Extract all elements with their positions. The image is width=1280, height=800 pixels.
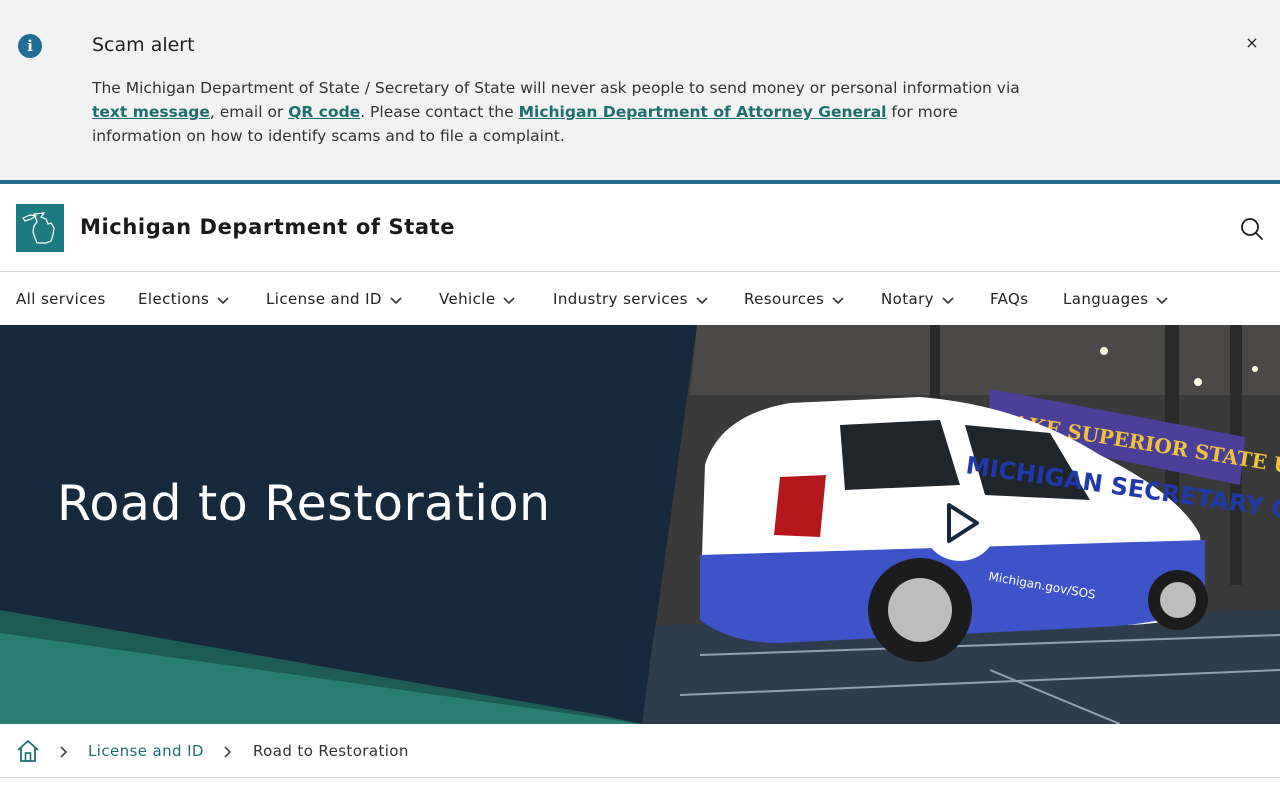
hero-title: Road to Restoration: [57, 475, 551, 532]
info-icon: i: [18, 34, 42, 58]
chevron-down-icon: [1156, 291, 1169, 309]
text-message-link[interactable]: text message: [92, 103, 210, 121]
alert-title: Scam alert: [92, 34, 195, 56]
breadcrumb-link-license-and-id[interactable]: License and ID: [88, 742, 204, 760]
nav-item-label: Elections: [138, 290, 210, 308]
home-icon[interactable]: [16, 739, 40, 763]
attorney-general-link[interactable]: Michigan Department of Attorney General: [519, 103, 887, 121]
chevron-down-icon: [390, 291, 402, 309]
chevron-down-icon: [217, 291, 229, 309]
nav-item-elections[interactable]: Elections: [138, 290, 229, 309]
nav-item-label: Resources: [744, 290, 825, 308]
site-title[interactable]: Michigan Department of State: [80, 215, 455, 239]
close-icon[interactable]: ×: [1243, 34, 1261, 52]
nav-item-label: Vehicle: [439, 290, 496, 308]
alert-text: The Michigan Department of State / Secre…: [92, 79, 1020, 97]
breadcrumb: License and ID Road to Restoration: [0, 724, 1280, 778]
nav-item-languages[interactable]: Languages: [1063, 290, 1169, 309]
scam-alert-banner: i Scam alert The Michigan Department of …: [0, 0, 1280, 180]
alert-message: The Michigan Department of State / Secre…: [92, 76, 1052, 148]
main-navigation: All services Elections License and ID Ve…: [0, 273, 1280, 325]
nav-item-resources[interactable]: Resources: [744, 290, 844, 309]
play-icon[interactable]: [922, 485, 998, 561]
chevron-down-icon: [696, 291, 708, 309]
nav-item-label: Industry services: [553, 290, 688, 308]
hero-banner: LAKE SUPERIOR STATE UNIVERSITY MICHIGAN …: [0, 325, 1280, 724]
nav-item-label: License and ID: [266, 290, 382, 308]
chevron-down-icon: [503, 291, 516, 309]
search-icon[interactable]: [1238, 215, 1266, 243]
nav-item-faqs[interactable]: FAQs: [990, 290, 1028, 308]
chevron-right-icon: [59, 744, 69, 758]
chevron-right-icon: [223, 744, 233, 758]
nav-item-license-and-id[interactable]: License and ID: [266, 290, 402, 309]
nav-item-label: All services: [16, 290, 106, 308]
nav-item-notary[interactable]: Notary: [881, 290, 954, 309]
michigan-map-logo[interactable]: [16, 204, 64, 252]
alert-text: . Please contact the: [360, 103, 519, 121]
breadcrumb-current: Road to Restoration: [253, 742, 409, 760]
nav-item-label: Languages: [1063, 290, 1149, 308]
nav-item-label: Notary: [881, 290, 934, 308]
nav-item-label: FAQs: [990, 290, 1029, 308]
nav-item-vehicle[interactable]: Vehicle: [439, 290, 516, 309]
nav-item-industry-services[interactable]: Industry services: [553, 290, 708, 309]
qr-code-link[interactable]: QR code: [288, 103, 360, 121]
chevron-down-icon: [832, 291, 844, 309]
alert-text: , email or: [209, 103, 289, 121]
site-header: Michigan Department of State: [0, 184, 1280, 272]
chevron-down-icon: [942, 291, 954, 309]
nav-item-all-services[interactable]: All services: [16, 290, 106, 308]
